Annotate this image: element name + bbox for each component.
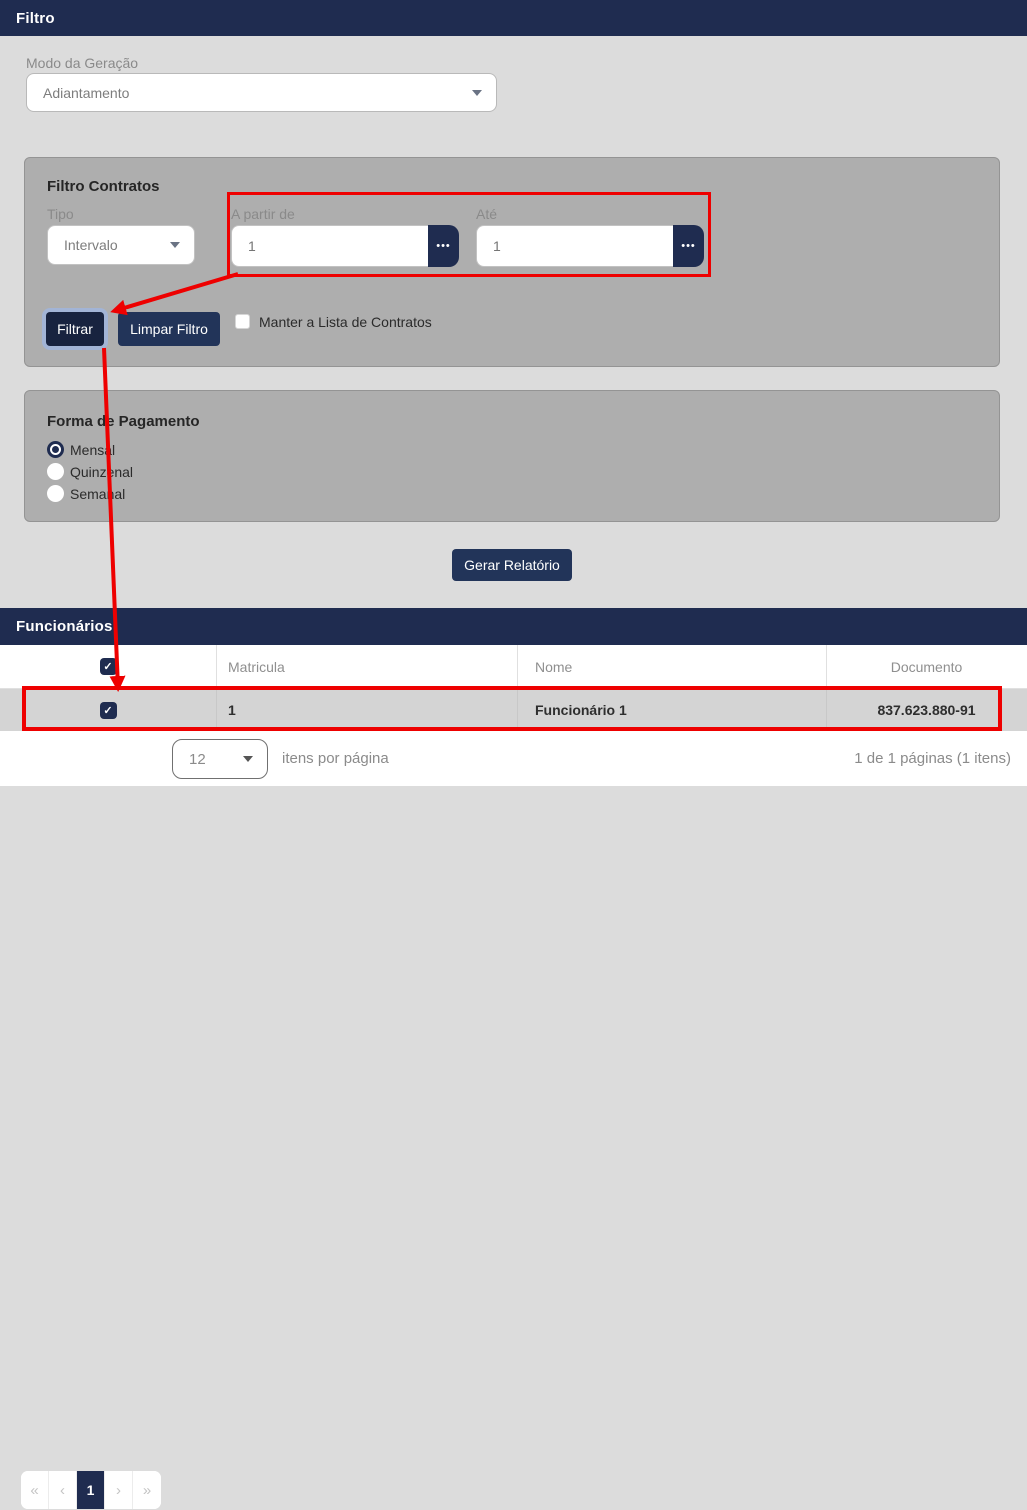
tipo-value: Intervalo (64, 237, 118, 253)
radio-unselected-icon (47, 485, 64, 502)
check-icon: ✓ (103, 660, 112, 673)
to-lookup-button[interactable]: ••• (673, 225, 704, 267)
prev-page-button[interactable]: ‹ (49, 1471, 77, 1509)
column-header-documento[interactable]: Documento (826, 645, 1027, 688)
page-size-value: 12 (189, 751, 206, 768)
first-page-button[interactable]: « (21, 1471, 49, 1509)
pager: « ‹ 1 › » (20, 1470, 162, 1510)
ellipsis-icon: ••• (436, 240, 451, 252)
pagination-summary: 1 de 1 páginas (1 itens) (711, 731, 1011, 786)
radio-unselected-icon (47, 463, 64, 480)
generation-mode-label: Modo da Geração (26, 55, 138, 71)
chevron-down-icon (170, 242, 180, 248)
column-separator (216, 645, 217, 688)
payment-form-panel: Forma de Pagamento Mensal Quinzenal Sema… (24, 390, 1000, 522)
tipo-label: Tipo (47, 206, 74, 222)
chevron-down-icon (243, 756, 253, 762)
cell-documento: 837.623.880-91 (826, 689, 1027, 731)
radio-label: Semanal (70, 486, 125, 502)
row-checkbox[interactable]: ✓ (100, 702, 117, 719)
column-separator (517, 689, 518, 731)
gerar-relatorio-button[interactable]: Gerar Relatório (452, 549, 572, 581)
chevron-down-icon (472, 90, 482, 96)
last-page-button[interactable]: » (133, 1471, 161, 1509)
filter-section-title: Filtro (16, 10, 55, 27)
items-per-page-label: itens por página (282, 731, 482, 786)
radio-option-mensal[interactable]: Mensal (47, 441, 133, 458)
from-input[interactable] (231, 225, 428, 267)
radio-label: Mensal (70, 442, 115, 458)
radio-option-semanal[interactable]: Semanal (47, 485, 133, 502)
radio-option-quinzenal[interactable]: Quinzenal (47, 463, 133, 480)
keep-contracts-label: Manter a Lista de Contratos (259, 314, 432, 330)
ellipsis-icon: ••• (681, 240, 696, 252)
page-size-select[interactable]: 12 (172, 739, 268, 779)
next-page-button[interactable]: › (105, 1471, 133, 1509)
table-row[interactable]: ✓ 1 Funcionário 1 837.623.880-91 (0, 689, 1027, 731)
table-header-row: ✓ Matricula Nome Documento (0, 645, 1027, 689)
generation-mode-select[interactable]: Adiantamento (26, 73, 497, 112)
tipo-select[interactable]: Intervalo (47, 225, 195, 265)
check-icon: ✓ (103, 704, 112, 717)
employees-section-title: Funcionários (16, 618, 113, 635)
generation-mode-value: Adiantamento (43, 85, 129, 101)
contracts-filter-panel: Filtro Contratos Tipo Intervalo A partir… (24, 157, 1000, 367)
filtrar-button[interactable]: Filtrar (46, 312, 104, 346)
column-separator (517, 645, 518, 688)
cell-matricula: 1 (228, 689, 508, 731)
column-header-matricula[interactable]: Matricula (228, 645, 508, 688)
from-lookup-button[interactable]: ••• (428, 225, 459, 267)
to-input[interactable] (476, 225, 673, 267)
column-separator (216, 689, 217, 731)
radio-selected-icon (47, 441, 64, 458)
contracts-filter-title: Filtro Contratos (47, 178, 160, 195)
page-1-button[interactable]: 1 (77, 1471, 105, 1509)
column-header-nome[interactable]: Nome (535, 645, 815, 688)
from-label: A partir de (231, 206, 295, 222)
cell-nome: Funcionário 1 (535, 689, 815, 731)
to-label: Até (476, 206, 497, 222)
keep-contracts-checkbox[interactable] (235, 314, 250, 329)
payment-form-title: Forma de Pagamento (47, 413, 200, 430)
radio-label: Quinzenal (70, 464, 133, 480)
pagination-bar: « ‹ 1 › » 12 itens por página 1 de 1 pág… (0, 731, 1027, 786)
filter-section-header: Filtro (0, 0, 1027, 36)
employees-section-header: Funcionários (0, 608, 1027, 645)
limpar-filtro-button[interactable]: Limpar Filtro (118, 312, 220, 346)
select-all-checkbox[interactable]: ✓ (100, 658, 117, 675)
